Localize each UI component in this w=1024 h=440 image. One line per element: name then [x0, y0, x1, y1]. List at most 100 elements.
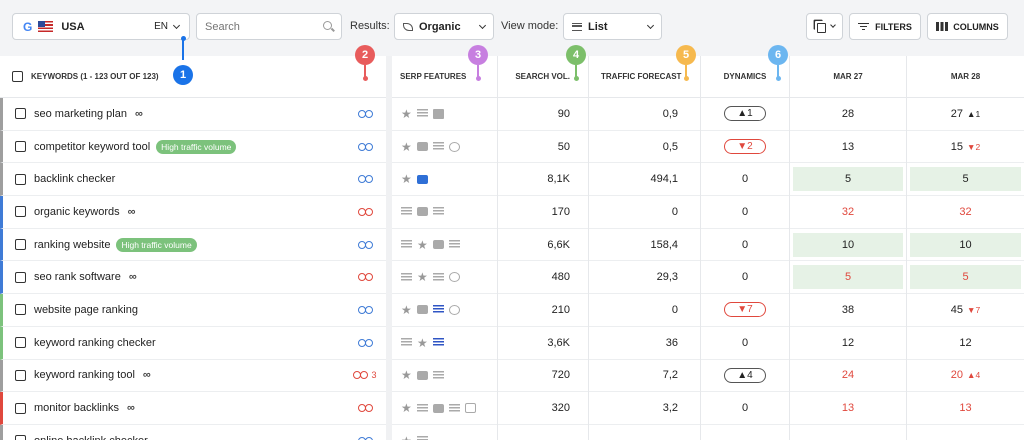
keyword-text[interactable]: organic keywords: [34, 206, 120, 218]
results-value: Organic: [419, 20, 461, 33]
row-checkbox[interactable]: [15, 369, 26, 381]
table-row[interactable]: keyword ranking tool ∞: [0, 359, 344, 393]
view-mode-dropdown[interactable]: List: [563, 13, 662, 40]
serp-cell: ★: [392, 294, 497, 327]
forecast-cell: 494,1: [589, 163, 700, 197]
table-row[interactable]: ranking website High traffic volume: [0, 228, 344, 262]
list-feature-icon: [401, 207, 412, 217]
link-icon[interactable]: [357, 273, 373, 282]
leaf-icon: [403, 22, 413, 31]
list-feature-icon: [401, 272, 412, 282]
position-cell: 12: [910, 331, 1021, 355]
keyword-text[interactable]: website page ranking: [34, 304, 138, 316]
row-checkbox[interactable]: [15, 239, 26, 251]
position-cell: 15 ▼2: [910, 135, 1021, 159]
row-checkbox[interactable]: [15, 402, 26, 414]
position-cell: 27 ▲1: [910, 102, 1021, 126]
keyword-header-label[interactable]: KEYWORDS (1 - 123 OUT OF 123): [31, 72, 159, 81]
link-icon[interactable]: [357, 404, 373, 413]
keyword-text[interactable]: ranking website: [34, 239, 110, 251]
country-selector[interactable]: G USA EN: [12, 13, 190, 40]
dynamics-cell: 0: [701, 261, 789, 295]
link-icon[interactable]: [357, 338, 373, 347]
star-icon: ★: [401, 172, 412, 187]
star-icon: ★: [417, 335, 428, 350]
video-icon: [417, 370, 428, 380]
keyword-text[interactable]: online backlink checker: [34, 435, 148, 440]
star-icon: ★: [401, 368, 412, 383]
star-icon: ★: [417, 237, 428, 252]
row-checkbox[interactable]: [15, 141, 26, 153]
row-checkbox[interactable]: [15, 337, 26, 349]
date2-cell: 15 ▼2: [907, 131, 1024, 164]
link-icon[interactable]: [353, 371, 369, 380]
link-icon[interactable]: [357, 305, 373, 314]
volume-cell: 320: [498, 392, 588, 425]
link-icon[interactable]: [357, 142, 373, 151]
date1-header[interactable]: MAR 27: [790, 56, 906, 98]
row-checkbox[interactable]: [15, 206, 26, 218]
position-value: 38: [841, 303, 855, 316]
keyword-text[interactable]: competitor keyword tool: [34, 141, 150, 153]
date1-cell: 12: [790, 327, 906, 360]
dynamics-value: 0: [741, 271, 749, 284]
search-input[interactable]: [205, 20, 315, 33]
keyword-text[interactable]: backlink checker: [34, 173, 115, 185]
dynamics-cell: 0: [701, 196, 789, 229]
keyword-text[interactable]: seo marketing plan: [34, 108, 127, 120]
table-row[interactable]: seo marketing plan ∞: [0, 98, 344, 131]
serp-cell: ★: [392, 327, 497, 360]
row-checkbox[interactable]: [15, 108, 26, 120]
link-cell: [344, 261, 386, 295]
link-icon[interactable]: [357, 175, 373, 184]
chevron-down-icon: [478, 21, 487, 29]
keyword-text[interactable]: keyword ranking checker: [34, 337, 156, 349]
table-row[interactable]: online backlink checker: [0, 424, 344, 440]
row-checkbox[interactable]: [15, 435, 26, 440]
filters-button[interactable]: FILTERS: [849, 13, 921, 40]
columns-button[interactable]: COLUMNS: [927, 13, 1008, 40]
date1-cell: 28: [790, 98, 906, 131]
volume-cell: 6,6K: [498, 229, 588, 262]
position-cell: 10: [910, 232, 1021, 257]
keyword-text[interactable]: monitor backlinks: [34, 402, 119, 414]
table-row[interactable]: competitor keyword tool High traffic volu…: [0, 130, 344, 164]
image-icon: [433, 108, 444, 119]
date2-cell: [907, 425, 1024, 440]
date2-header[interactable]: MAR 28: [907, 56, 1024, 98]
table-row[interactable]: website page ranking: [0, 294, 344, 327]
callout-marker: 4: [566, 45, 586, 65]
keyword-text[interactable]: keyword ranking tool: [34, 369, 135, 381]
row-checkbox[interactable]: [15, 304, 26, 316]
row-checkbox[interactable]: [15, 173, 26, 185]
select-all-checkbox[interactable]: [12, 71, 23, 82]
table-row[interactable]: backlink checker: [0, 163, 344, 197]
row-checkbox[interactable]: [15, 271, 26, 283]
dynamics-value: 0: [741, 238, 749, 251]
link-icon[interactable]: [357, 240, 373, 249]
search-icon[interactable]: [323, 21, 332, 30]
star-icon: ★: [401, 106, 412, 121]
position-cell: 13: [910, 396, 1021, 420]
position-value: 45: [950, 303, 964, 316]
list-feature-icon: [433, 207, 444, 217]
date2-cell: 20 ▲4: [907, 360, 1024, 393]
link-icon[interactable]: [357, 207, 373, 216]
date1-cell: 10: [790, 229, 906, 262]
google-icon: G: [23, 19, 33, 34]
table-row[interactable]: keyword ranking checker: [0, 326, 344, 360]
dynamics-value: 0: [741, 402, 749, 415]
copy-button[interactable]: [806, 13, 843, 40]
date1-cell: 13: [790, 131, 906, 164]
volume-cell: [498, 425, 588, 440]
circle-icon: [449, 141, 460, 152]
keyword-text[interactable]: seo rank software: [34, 271, 121, 283]
video-icon: [433, 403, 444, 413]
table-row[interactable]: monitor backlinks ∞: [0, 392, 344, 425]
star-icon: ★: [401, 302, 412, 317]
table-row[interactable]: seo rank software ∞: [0, 261, 344, 295]
dynamics-cell: 0: [701, 392, 789, 425]
link-icon[interactable]: [357, 109, 373, 118]
results-dropdown[interactable]: Organic: [394, 13, 494, 40]
table-row[interactable]: organic keywords ∞: [0, 196, 344, 229]
